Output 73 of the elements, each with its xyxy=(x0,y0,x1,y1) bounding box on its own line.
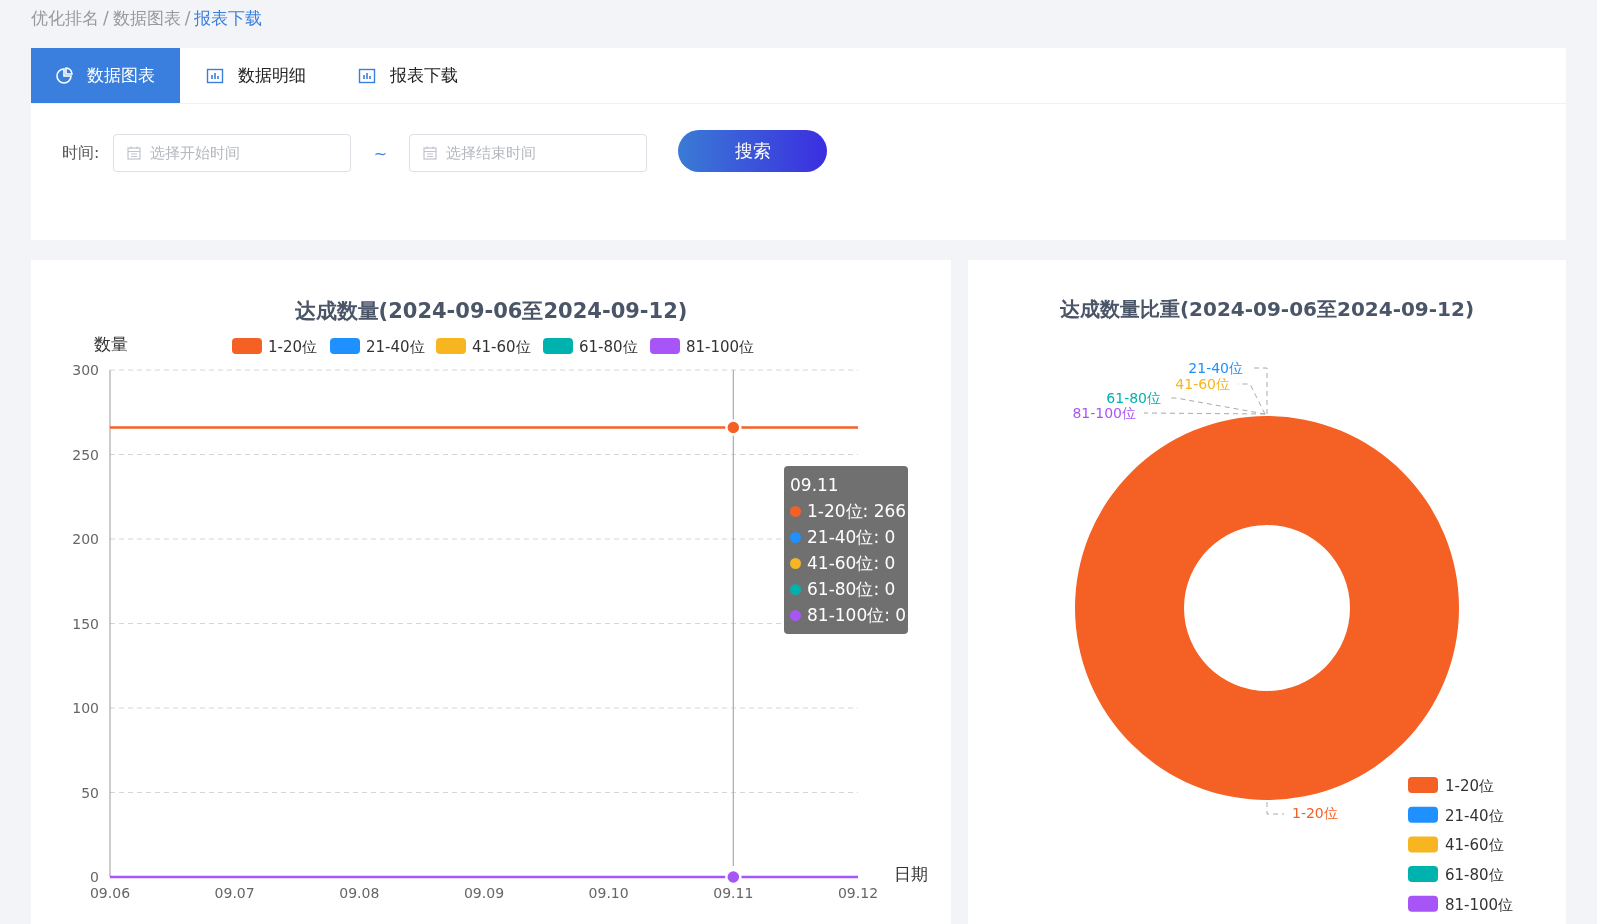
tab[interactable]: 数据明细 xyxy=(180,48,332,103)
slice-label: 61-80位 xyxy=(1106,390,1162,406)
breadcrumb-link[interactable]: 报表下载 xyxy=(194,6,263,30)
x-tick-label: 09.07 xyxy=(214,885,255,901)
legend-label[interactable]: 81-100位 xyxy=(686,338,755,356)
x-axis-title: 日期 xyxy=(894,864,928,884)
legend-swatch[interactable] xyxy=(330,338,360,354)
y-tick-label: 100 xyxy=(72,700,99,716)
x-tick-label: 09.06 xyxy=(89,885,131,901)
legend-swatch[interactable] xyxy=(1408,806,1439,823)
x-tick-label: 09.10 xyxy=(588,885,629,901)
y-tick-label: 300 xyxy=(72,362,99,378)
y-axis-title: 数量 xyxy=(94,334,128,354)
series-dot xyxy=(790,505,801,517)
legend-swatch[interactable] xyxy=(1408,866,1439,883)
legend-label[interactable]: 81-100位 xyxy=(1445,895,1514,914)
legend-label[interactable]: 1-20位 xyxy=(268,338,318,356)
x-tick-label: 09.11 xyxy=(713,885,754,901)
tooltip-value: 21-40位: 0 xyxy=(807,526,896,549)
data-point[interactable] xyxy=(725,419,742,436)
tab[interactable]: 报表下载 xyxy=(332,48,484,103)
start-date-field[interactable]: 选择开始时间 xyxy=(113,134,352,172)
x-tick-label: 09.09 xyxy=(463,885,505,901)
y-tick-label: 50 xyxy=(81,784,99,801)
legend-swatch[interactable] xyxy=(436,338,466,354)
slice-label: 21-40位 xyxy=(1188,360,1244,376)
y-tick-label: 0 xyxy=(90,869,99,885)
series-dot xyxy=(790,531,801,543)
breadcrumb-separator: / xyxy=(184,8,191,28)
tooltip-value: 61-80位: 0 xyxy=(807,578,896,601)
range-separator: ~ xyxy=(372,143,389,163)
legend-label[interactable]: 61-80位 xyxy=(579,338,638,356)
x-tick-label: 09.12 xyxy=(837,885,879,901)
y-tick-label: 200 xyxy=(72,531,99,547)
legend-label[interactable]: 41-60位 xyxy=(1445,836,1504,855)
tooltip-title: 09.11 xyxy=(790,474,840,497)
y-tick-label: 150 xyxy=(72,615,99,632)
legend-label[interactable]: 61-80位 xyxy=(1445,866,1504,885)
x-tick-label: 09.08 xyxy=(339,885,380,901)
leader-line xyxy=(1266,801,1285,815)
bar-chart-icon xyxy=(206,66,224,85)
legend-swatch[interactable] xyxy=(1408,777,1439,793)
legend-swatch[interactable] xyxy=(1408,836,1439,853)
legend-swatch[interactable] xyxy=(1408,895,1439,912)
legend-swatch[interactable] xyxy=(232,338,262,354)
calendar-icon xyxy=(127,146,142,160)
y-tick-label: 250 xyxy=(72,446,99,463)
bar-chart-icon xyxy=(358,66,376,85)
legend-label[interactable]: 1-20位 xyxy=(1445,777,1495,795)
chart-title: 达成数量比重(2024-09-06至2024-09-12) xyxy=(1060,297,1475,321)
tooltip-value: 1-20位: 266 xyxy=(807,500,907,523)
series-dot xyxy=(790,557,801,569)
legend-label[interactable]: 41-60位 xyxy=(472,338,531,356)
legend-swatch[interactable] xyxy=(650,338,680,354)
legend-swatch[interactable] xyxy=(543,338,573,354)
legend-label[interactable]: 21-40位 xyxy=(1445,806,1504,825)
chart-title: 达成数量(2024-09-06至2024-09-12) xyxy=(294,299,688,323)
end-date-field[interactable]: 选择结束时间 xyxy=(409,134,648,172)
data-point[interactable] xyxy=(725,868,742,886)
series-dot xyxy=(790,609,801,621)
tooltip-value: 81-100位: 0 xyxy=(807,604,907,627)
tab[interactable]: 数据图表 xyxy=(31,48,180,103)
calendar-icon xyxy=(423,146,438,160)
slice-label: 41-60位 xyxy=(1175,376,1231,392)
pie-chart-icon xyxy=(55,66,73,85)
slice-label: 81-100位 xyxy=(1072,405,1137,421)
breadcrumb-separator: / xyxy=(103,8,109,28)
series-dot xyxy=(790,583,801,595)
tooltip-value: 41-60位: 0 xyxy=(807,552,896,575)
legend-label[interactable]: 21-40位 xyxy=(366,338,425,356)
time-label: 时间: xyxy=(62,142,100,164)
search-button[interactable]: 搜索 xyxy=(678,130,828,172)
slice-label: 1-20位 xyxy=(1292,805,1339,821)
